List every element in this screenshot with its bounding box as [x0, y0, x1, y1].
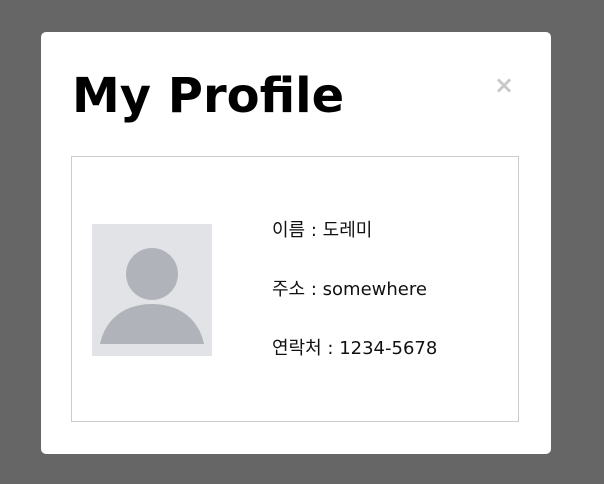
close-button[interactable]: ×: [493, 72, 515, 98]
name-separator: :: [305, 220, 323, 241]
profile-card: 이름 : 도레미 주소 : somewhere 연락처 : 1234-5678: [71, 156, 519, 422]
contact-row: 연락처 : 1234-5678: [272, 337, 437, 361]
address-separator: :: [305, 279, 323, 300]
contact-label: 연락처: [272, 338, 322, 359]
user-placeholder-icon: [100, 248, 204, 344]
name-value: 도레미: [322, 220, 373, 241]
address-row: 주소 : somewhere: [272, 278, 437, 302]
address-label: 주소: [272, 279, 306, 300]
contact-separator: :: [321, 338, 340, 359]
name-row: 이름 : 도레미: [272, 219, 437, 243]
name-label: 이름: [272, 220, 306, 241]
profile-info: 이름 : 도레미 주소 : somewhere 연락처 : 1234-5678: [272, 219, 437, 361]
profile-modal: My Profile × 이름 : 도레미 주소 : somewhere 연락처…: [41, 32, 551, 454]
close-icon[interactable]: ×: [494, 71, 514, 99]
modal-title: My Profile: [72, 68, 345, 124]
address-value: somewhere: [322, 279, 427, 300]
contact-value: 1234-5678: [339, 338, 438, 359]
avatar: [92, 224, 212, 356]
